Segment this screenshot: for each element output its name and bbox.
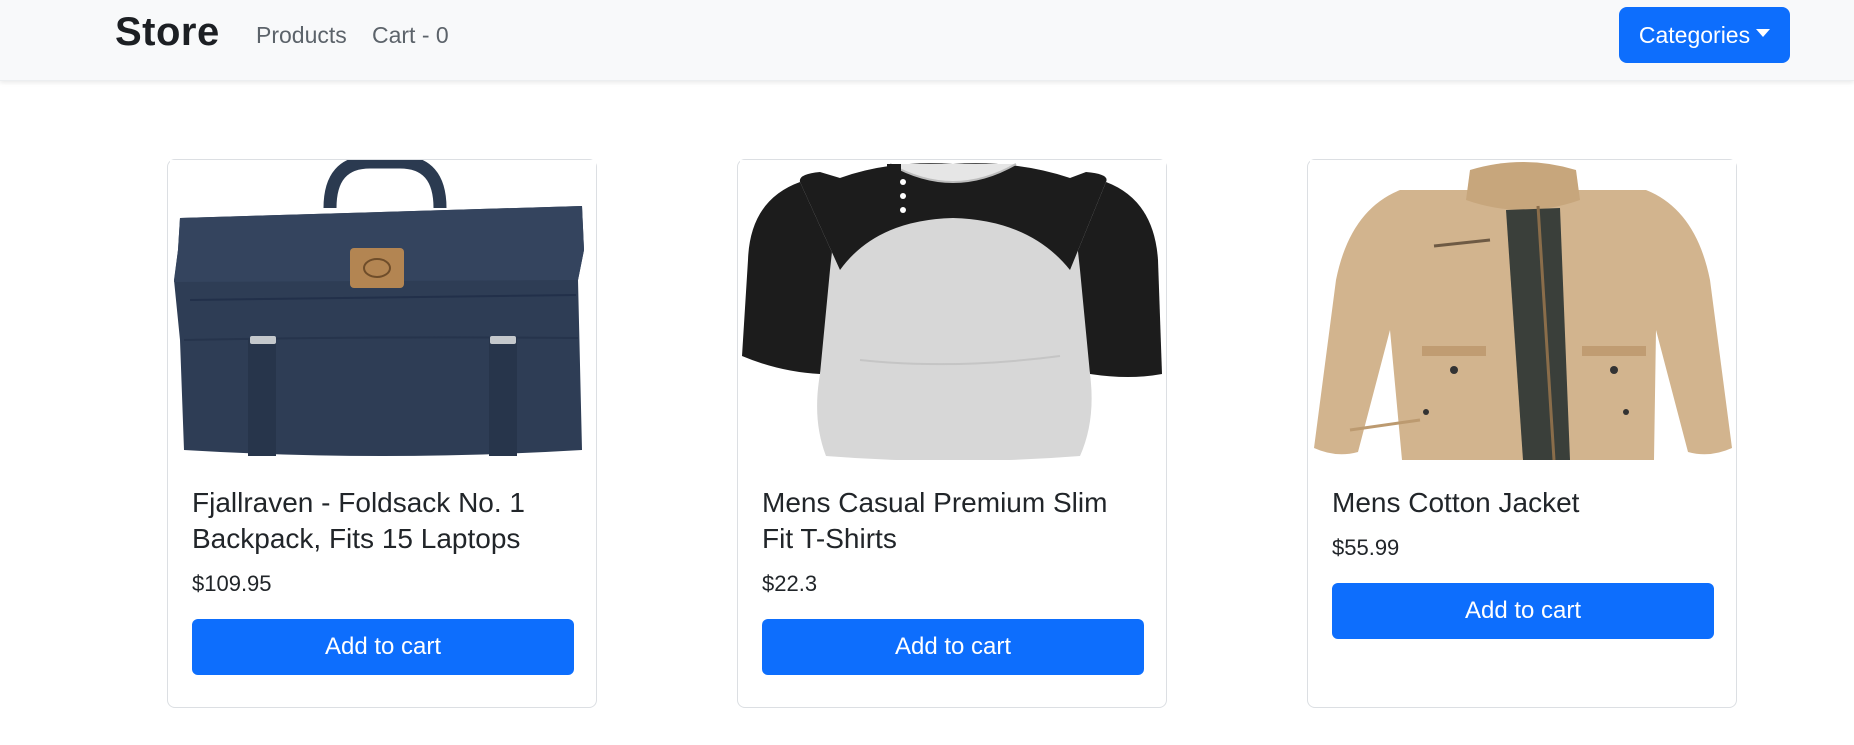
nav-products-link[interactable]: Products — [256, 22, 347, 49]
navbar: Store Products Cart - 0 Categories — [0, 0, 1854, 81]
jacket-image — [1310, 160, 1736, 460]
categories-label: Categories — [1638, 21, 1751, 48]
product-price: $22.3 — [762, 571, 818, 596]
product-price: $109.95 — [192, 571, 272, 596]
nav-cart-link[interactable]: Cart - 0 — [372, 22, 449, 49]
tshirt-image — [740, 160, 1166, 460]
card-body: Mens Casual Premium Slim Fit T-Shirts $2… — [762, 485, 1144, 675]
caret-down-icon — [1756, 29, 1771, 37]
card-body: Mens Cotton Jacket $55.99 Add to cart — [1332, 485, 1714, 639]
add-to-cart-button[interactable]: Add to cart — [762, 619, 1144, 675]
categories-dropdown-button[interactable]: Categories — [1619, 7, 1790, 63]
brand-logo[interactable]: Store — [115, 10, 220, 55]
product-title: Fjallraven - Foldsack No. 1 Backpack, Fi… — [192, 487, 526, 554]
product-card: Fjallraven - Foldsack No. 1 Backpack, Fi… — [167, 159, 597, 708]
product-card: Mens Cotton Jacket $55.99 Add to cart — [1307, 159, 1737, 708]
backpack-image — [170, 160, 596, 460]
product-card: Mens Casual Premium Slim Fit T-Shirts $2… — [737, 159, 1167, 708]
add-to-cart-button[interactable]: Add to cart — [192, 619, 574, 675]
product-title: Mens Casual Premium Slim Fit T-Shirts — [762, 487, 1108, 554]
product-title: Mens Cotton Jacket — [1332, 487, 1580, 518]
card-body: Fjallraven - Foldsack No. 1 Backpack, Fi… — [192, 485, 574, 675]
add-to-cart-button[interactable]: Add to cart — [1332, 583, 1714, 639]
product-price: $55.99 — [1332, 535, 1400, 560]
